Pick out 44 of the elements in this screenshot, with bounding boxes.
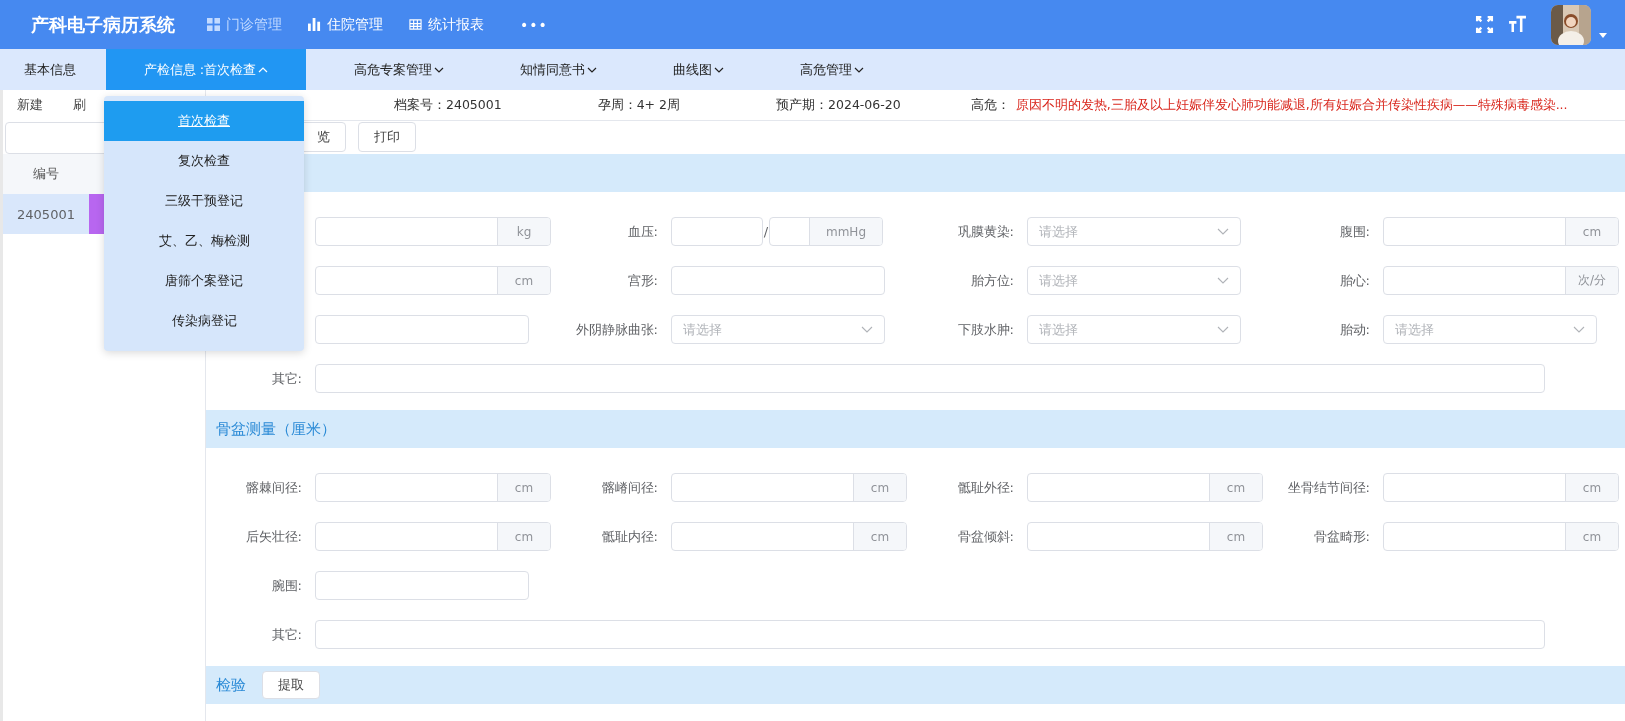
app-title: 产科电子病历系统 xyxy=(31,12,175,37)
field-label: 胎动: xyxy=(1339,321,1370,337)
risk-text: 原因不明的发热,三胎及以上妊娠伴发心肺功能减退,所有妊娠合并传染性疾病——特殊病毒感染... xyxy=(1015,96,1568,114)
unit-label: kg xyxy=(497,218,550,245)
field-label: 后矢壮径: xyxy=(245,528,302,544)
unit-label: cm xyxy=(1209,474,1262,501)
field-label: 腕围: xyxy=(271,577,302,593)
unit-label: cm xyxy=(1565,218,1618,245)
patient-info: 档案号：2405001 xyxy=(394,96,502,114)
section-title: 骨盆测量（厘米） xyxy=(216,419,336,439)
field-label: 胎方位: xyxy=(970,272,1014,288)
field-label: 胎心: xyxy=(1339,272,1370,288)
unit-label: cm xyxy=(853,523,906,550)
field-label: 骶耻外径: xyxy=(957,479,1014,495)
unit-label: cm xyxy=(1565,523,1618,550)
risk-label: 高危： xyxy=(970,96,1010,114)
field-label: 巩膜黄染: xyxy=(957,223,1014,239)
field-label: 髂嵴间径: xyxy=(601,479,658,495)
field-label: 外阴静脉曲张: xyxy=(575,321,658,337)
unit-label: cm xyxy=(497,523,550,550)
unit-label: cm xyxy=(853,474,906,501)
separator: / xyxy=(763,224,769,239)
field-label: 骶耻内径: xyxy=(601,528,658,544)
field-label: 骨盆倾斜: xyxy=(957,528,1014,544)
unit-label: cm xyxy=(1565,474,1618,501)
table-cell-text: 2405001 xyxy=(16,205,76,224)
field-label: 髂棘间径: xyxy=(245,479,302,495)
section-title: 检验 xyxy=(216,675,246,695)
column-header: 编号 xyxy=(32,165,60,183)
field-label: 宫形: xyxy=(627,272,658,288)
unit-label: mmHg xyxy=(809,218,882,245)
unit-label: cm xyxy=(497,474,550,501)
unit-label: cm xyxy=(497,267,550,294)
patient-info: 孕周：4+ 2周 xyxy=(597,96,681,114)
field-label: 下肢水肿: xyxy=(957,321,1014,337)
field-label: 骨盆畸形: xyxy=(1313,528,1370,544)
unit-label: 次/分 xyxy=(1565,267,1618,294)
patient-info: 预产期：2024-06-20 xyxy=(776,96,901,114)
field-label: 其它: xyxy=(271,626,302,642)
unit-label: cm xyxy=(1209,523,1262,550)
field-label: 坐骨结节间径: xyxy=(1287,479,1370,495)
field-label: 其它: xyxy=(271,370,302,386)
field-label: 腹围: xyxy=(1339,223,1370,239)
field-label: 血压: xyxy=(627,223,658,239)
